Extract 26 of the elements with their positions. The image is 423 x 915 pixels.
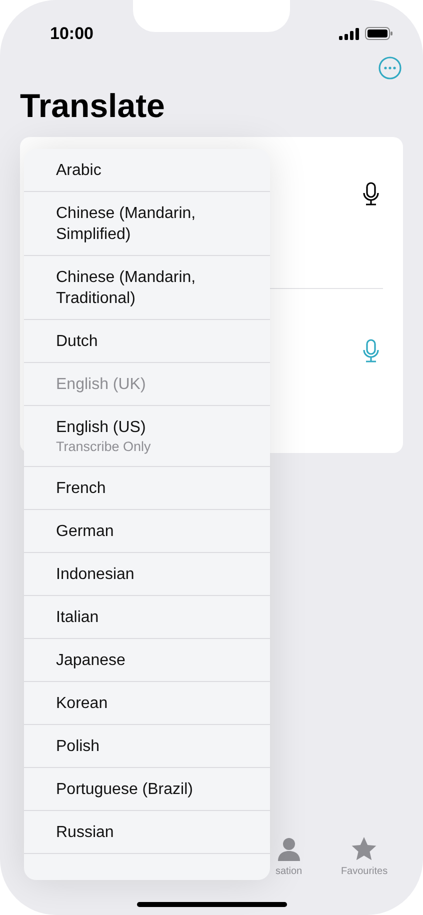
microphone-icon[interactable] xyxy=(361,182,381,206)
tab-label: Favourites xyxy=(340,865,388,879)
language-option[interactable]: French xyxy=(56,478,258,499)
battery-icon xyxy=(365,27,393,40)
language-option[interactable]: Russian xyxy=(56,822,258,843)
language-option[interactable]: English (US) xyxy=(56,417,258,438)
language-option[interactable]: Korean xyxy=(56,693,258,714)
language-option[interactable]: Arabic xyxy=(56,160,258,181)
language-option: English (UK) xyxy=(56,374,258,395)
language-option[interactable]: German xyxy=(56,521,258,542)
language-option[interactable]: Indonesian xyxy=(56,564,258,585)
language-option[interactable]: Portuguese (Brazil) xyxy=(56,779,258,800)
language-option[interactable]: Polish xyxy=(56,736,258,757)
star-icon xyxy=(350,836,378,862)
language-option[interactable]: Italian xyxy=(56,607,258,628)
person-icon xyxy=(276,836,302,862)
signal-icon xyxy=(339,28,361,40)
more-button[interactable] xyxy=(378,56,402,80)
tab-label: sation xyxy=(275,865,302,879)
language-option[interactable]: Chinese (Mandarin, Simplified) xyxy=(56,203,258,245)
language-option[interactable]: Japanese xyxy=(56,650,258,671)
status-time: 10:00 xyxy=(50,22,94,45)
language-option[interactable]: Dutch xyxy=(56,331,258,352)
option-subtitle: Transcribe Only xyxy=(56,438,152,456)
language-option[interactable]: Chinese (Mandarin, Traditional) xyxy=(56,267,258,309)
page-title: Translate xyxy=(20,88,166,124)
